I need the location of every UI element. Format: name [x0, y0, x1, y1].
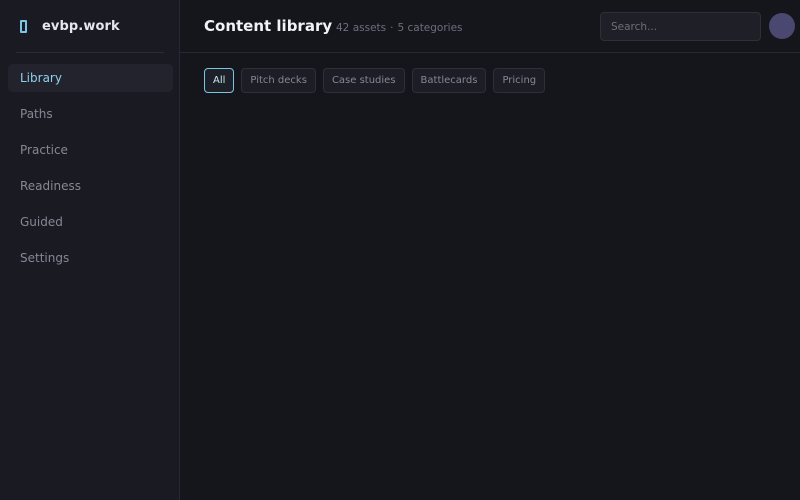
- sidebar-item-paths[interactable]: Paths: [8, 100, 173, 128]
- app-window: evbp.work Library Paths Practice Readine…: [0, 0, 800, 500]
- category-count: 5 categories: [397, 22, 463, 34]
- filter-chip-case-studies[interactable]: Case studies: [322, 68, 405, 93]
- top-bar: Content library 42 assets · 5 categories: [180, 0, 800, 53]
- page-title: Content library: [204, 17, 333, 35]
- sidebar-divider: [16, 52, 164, 53]
- category-filters: All Pitch decks Case studies Battlecards…: [204, 68, 546, 93]
- sidebar-item-practice[interactable]: Practice: [8, 136, 173, 164]
- sidebar-item-settings[interactable]: Settings: [8, 244, 173, 272]
- sidebar-nav: Library Paths Practice Readiness Guided …: [8, 64, 173, 280]
- brand[interactable]: evbp.work: [0, 0, 179, 52]
- meta-separator: ·: [390, 22, 394, 34]
- sidebar-item-guided[interactable]: Guided: [8, 208, 173, 236]
- filter-chip-pitch-decks[interactable]: Pitch decks: [241, 68, 316, 93]
- main-content: Content library 42 assets · 5 categories…: [180, 0, 800, 500]
- filter-chip-pricing[interactable]: Pricing: [493, 68, 546, 93]
- brand-name: evbp.work: [42, 18, 120, 34]
- search-input[interactable]: [600, 12, 761, 41]
- avatar[interactable]: [769, 13, 795, 39]
- bracket-logo-icon: [20, 19, 27, 33]
- asset-count: 42 assets: [336, 22, 387, 34]
- page-meta: 42 assets · 5 categories: [336, 22, 463, 34]
- filter-chip-all[interactable]: All: [204, 68, 235, 93]
- filter-chip-battlecards[interactable]: Battlecards: [411, 68, 487, 93]
- sidebar-item-readiness[interactable]: Readiness: [8, 172, 173, 200]
- sidebar-item-library[interactable]: Library: [8, 64, 173, 92]
- sidebar: evbp.work Library Paths Practice Readine…: [0, 0, 180, 500]
